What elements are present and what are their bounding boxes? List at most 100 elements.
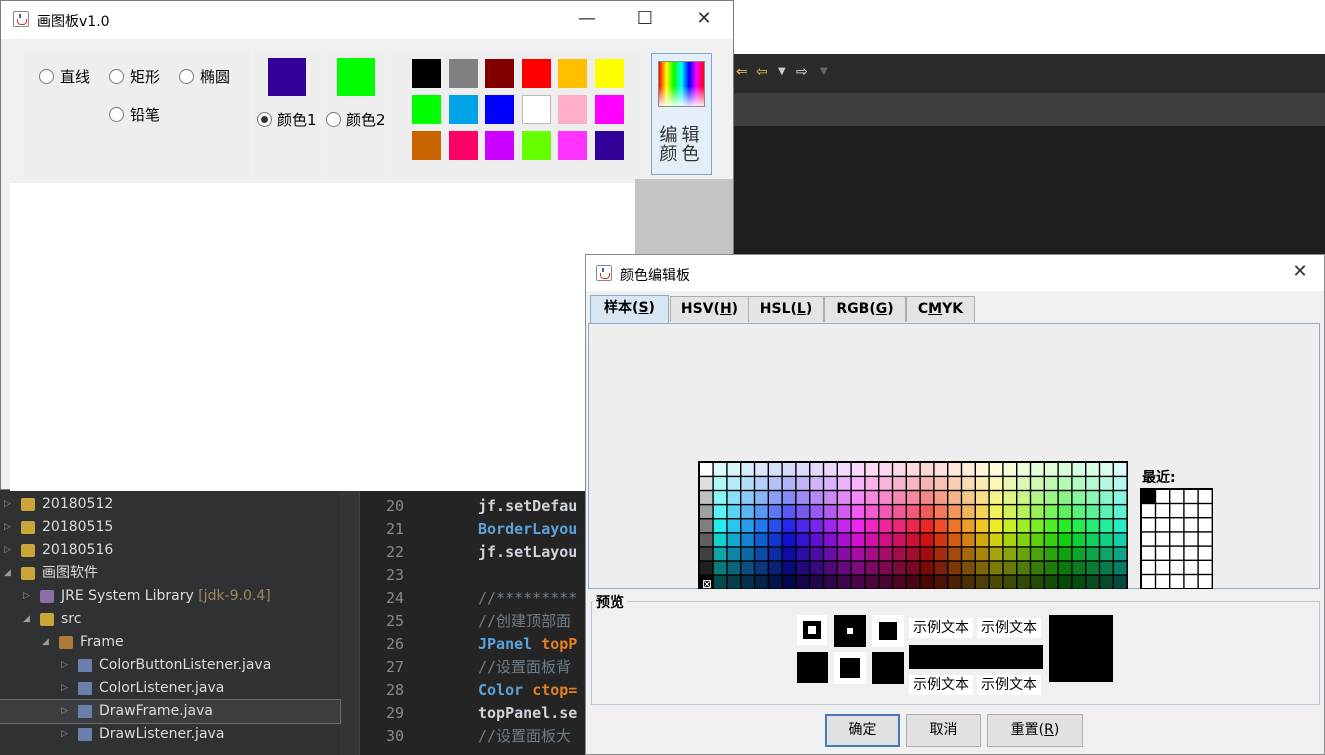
swatch-cell[interactable]: [700, 519, 713, 533]
swatch-cell[interactable]: [824, 533, 837, 547]
tree-item[interactable]: ◢ 画图软件: [0, 562, 340, 585]
tab-cmyk[interactable]: CMYK: [906, 296, 975, 322]
swatch-cell[interactable]: [796, 547, 809, 561]
swatch-cell[interactable]: [1086, 463, 1099, 476]
radio-circle[interactable]: [39, 69, 54, 84]
recent-swatch-cell[interactable]: [1156, 518, 1169, 532]
swatch-cell[interactable]: [1031, 519, 1044, 533]
swatch-cell[interactable]: [769, 533, 782, 547]
swatch-cell[interactable]: [1045, 505, 1058, 518]
forward-arrow-icon[interactable]: ⇨: [796, 64, 808, 80]
swatch-cell[interactable]: [713, 477, 727, 490]
swatch-cell[interactable]: [1100, 533, 1113, 547]
swatch-cell[interactable]: [1003, 491, 1016, 504]
swatch-cell[interactable]: [838, 505, 851, 518]
swatch-cell[interactable]: [838, 575, 851, 589]
palette-swatch[interactable]: [485, 95, 514, 124]
swatch-cell[interactable]: [700, 505, 713, 518]
swatch-cell[interactable]: [727, 477, 740, 490]
palette-swatch[interactable]: [594, 131, 624, 160]
recent-swatch-cell[interactable]: [1184, 504, 1198, 517]
swatch-cell[interactable]: [851, 547, 865, 561]
swatch-cell[interactable]: [1003, 547, 1016, 561]
swatch-cell[interactable]: [810, 463, 823, 476]
swatch-cell[interactable]: [976, 491, 989, 504]
swatch-cell[interactable]: [755, 519, 768, 533]
palette-swatch[interactable]: [594, 59, 624, 88]
swatch-cell[interactable]: [1086, 561, 1099, 575]
swatch-cell[interactable]: [948, 505, 961, 518]
swatch-cell[interactable]: [1045, 533, 1058, 547]
swatch-cell[interactable]: [920, 477, 934, 490]
twisty-icon[interactable]: ▷: [61, 677, 68, 700]
swatch-cell[interactable]: [1072, 519, 1085, 533]
color2-swatch[interactable]: [337, 58, 375, 96]
swatch-cell[interactable]: [976, 477, 989, 490]
radio-ellipse[interactable]: 椭圆: [179, 66, 230, 87]
swatch-cell[interactable]: [769, 561, 782, 575]
swatch-cell[interactable]: [962, 547, 975, 561]
palette-swatch[interactable]: [412, 131, 441, 160]
swatch-cell[interactable]: [727, 575, 740, 589]
swatch-cell[interactable]: [948, 463, 961, 476]
palette-swatch[interactable]: [558, 59, 587, 88]
swatch-cell[interactable]: [907, 547, 920, 561]
recent-swatch-cell[interactable]: [1142, 532, 1155, 546]
swatch-cell[interactable]: [1031, 547, 1044, 561]
swatch-cell[interactable]: [948, 575, 961, 589]
swatch-cell[interactable]: [824, 477, 837, 490]
swatch-cell[interactable]: [769, 463, 782, 476]
swatch-cell[interactable]: [1017, 561, 1030, 575]
swatch-cell[interactable]: [962, 561, 975, 575]
swatch-cell[interactable]: [934, 575, 947, 589]
swatch-cell[interactable]: [1072, 463, 1085, 476]
swatch-cell[interactable]: [1017, 575, 1030, 589]
recent-swatch-cell[interactable]: [1156, 504, 1169, 517]
palette-swatch[interactable]: [485, 131, 514, 160]
swatch-cell[interactable]: [755, 477, 768, 490]
swatch-cell[interactable]: [907, 533, 920, 547]
swatch-cell[interactable]: [989, 463, 1003, 476]
tree-item[interactable]: ▷ 20180515: [0, 516, 340, 539]
recent-swatch-cell[interactable]: [1184, 518, 1198, 532]
swatch-cell[interactable]: [1086, 575, 1099, 589]
swatch-cell[interactable]: [907, 561, 920, 575]
swatch-cell[interactable]: [1058, 561, 1072, 575]
swatch-cell[interactable]: [838, 463, 851, 476]
radio-pencil[interactable]: 铅笔: [109, 104, 160, 125]
swatch-cell[interactable]: [755, 491, 768, 504]
recent-swatch-cell[interactable]: [1142, 575, 1155, 588]
swatch-cell[interactable]: [920, 505, 934, 518]
dialog-close-button[interactable]: ✕: [1288, 262, 1312, 282]
swatch-cell[interactable]: [948, 477, 961, 490]
swatch-cell[interactable]: [810, 561, 823, 575]
swatch-cell[interactable]: [1114, 547, 1127, 561]
swatch-cell[interactable]: [1114, 561, 1127, 575]
recent-swatch-cell[interactable]: [1142, 518, 1155, 532]
swatch-cell[interactable]: [741, 547, 754, 561]
swatch-cell[interactable]: [755, 575, 768, 589]
swatch-cell[interactable]: [934, 561, 947, 575]
swatch-cell[interactable]: [865, 519, 878, 533]
swatch-cell[interactable]: [920, 533, 934, 547]
edit-color-button[interactable]: 编辑颜色: [651, 53, 712, 175]
tab-hsv[interactable]: HSV(H): [670, 296, 749, 322]
swatch-cell[interactable]: [865, 561, 878, 575]
color1-swatch[interactable]: [268, 58, 306, 96]
swatch-cell[interactable]: [824, 561, 837, 575]
radio-color1[interactable]: 颜色1: [257, 109, 317, 130]
twisty-icon[interactable]: ▷: [23, 585, 30, 608]
swatch-cell[interactable]: [851, 561, 865, 575]
swatch-cell[interactable]: [727, 533, 740, 547]
swatch-cell[interactable]: [962, 575, 975, 589]
swatch-cell[interactable]: [810, 491, 823, 504]
tab-rgb[interactable]: RGB(G): [824, 296, 906, 322]
swatch-cell[interactable]: [1003, 533, 1016, 547]
swatch-cell[interactable]: [1072, 575, 1085, 589]
swatch-cell[interactable]: [948, 519, 961, 533]
recent-swatch-grid[interactable]: [1140, 488, 1213, 589]
swatch-cell[interactable]: [907, 575, 920, 589]
palette-swatch[interactable]: [412, 95, 441, 124]
swatch-cell[interactable]: [948, 491, 961, 504]
swatch-cell[interactable]: [1100, 575, 1113, 589]
